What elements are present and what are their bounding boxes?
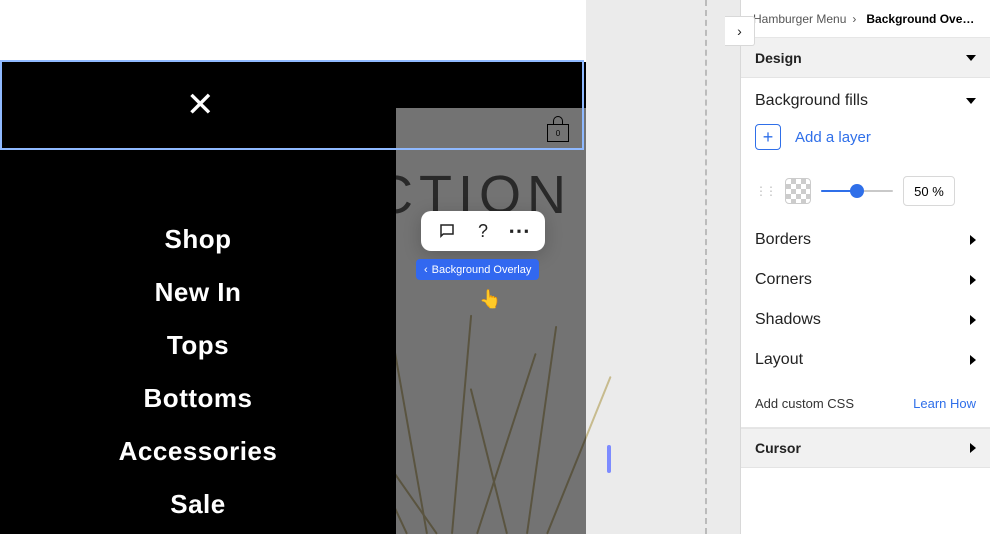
fill-layer-row: ⋮⋮ bbox=[755, 176, 976, 206]
chevron-right-icon bbox=[970, 443, 976, 453]
context-toolbar: ? ⋯ bbox=[421, 211, 545, 251]
layout-row[interactable]: Layout bbox=[741, 340, 990, 380]
borders-row[interactable]: Borders bbox=[741, 220, 990, 260]
custom-css-label: Add custom CSS bbox=[755, 396, 854, 411]
chevron-right-icon: › bbox=[852, 12, 856, 26]
chevron-down-icon bbox=[966, 55, 976, 61]
comment-icon[interactable] bbox=[436, 220, 458, 242]
help-icon[interactable]: ? bbox=[472, 220, 494, 242]
chevron-right-icon bbox=[970, 315, 976, 325]
cursor-section-header[interactable]: Cursor bbox=[741, 428, 990, 468]
corners-label: Corners bbox=[755, 271, 812, 289]
more-icon[interactable]: ⋯ bbox=[508, 220, 530, 242]
borders-label: Borders bbox=[755, 231, 811, 249]
inspector-panel: › Hamburger Menu › Background Ove… Desig… bbox=[740, 0, 990, 534]
learn-how-link[interactable]: Learn How bbox=[913, 396, 976, 411]
custom-css-row: Add custom CSS Learn How bbox=[741, 380, 990, 428]
shadows-row[interactable]: Shadows bbox=[741, 300, 990, 340]
design-section-header[interactable]: Design bbox=[741, 38, 990, 78]
chevron-right-icon bbox=[970, 355, 976, 365]
menu-item-sale[interactable]: Sale bbox=[0, 489, 396, 520]
drag-handle-icon[interactable]: ⋮⋮ bbox=[755, 184, 775, 198]
background-fills-section: Background fills + Add a layer ⋮⋮ bbox=[741, 78, 990, 220]
cart-icon[interactable]: 0 bbox=[545, 116, 571, 144]
cart-count: 0 bbox=[556, 129, 560, 138]
breadcrumb-parent[interactable]: Hamburger Menu bbox=[753, 12, 846, 26]
cursor-pointer-icon: 👆 bbox=[479, 289, 501, 310]
layout-label: Layout bbox=[755, 351, 803, 369]
breadcrumb-current: Background Ove… bbox=[866, 12, 974, 26]
opacity-input[interactable] bbox=[903, 176, 955, 206]
topbar[interactable] bbox=[0, 62, 586, 108]
color-swatch[interactable] bbox=[785, 178, 811, 204]
breadcrumb[interactable]: Hamburger Menu › Background Ove… bbox=[741, 0, 990, 38]
selection-label-text: Background Overlay bbox=[432, 264, 532, 276]
scroll-indicator[interactable] bbox=[607, 445, 611, 473]
add-layer-button[interactable]: + bbox=[755, 124, 781, 150]
artboard[interactable]: CTION ✕ 0 Shop New In Tops Bottoms Acces… bbox=[0, 0, 586, 534]
menu-item-shop[interactable]: Shop bbox=[0, 224, 396, 255]
add-layer-label[interactable]: Add a layer bbox=[795, 129, 871, 146]
close-icon[interactable]: ✕ bbox=[186, 88, 215, 122]
menu-item-accessories[interactable]: Accessories bbox=[0, 436, 396, 467]
corners-row[interactable]: Corners bbox=[741, 260, 990, 300]
caret-left-icon: ‹ bbox=[424, 264, 428, 276]
chevron-right-icon bbox=[970, 275, 976, 285]
cursor-label: Cursor bbox=[755, 440, 801, 456]
background-overlay[interactable] bbox=[396, 108, 586, 534]
chevron-right-icon bbox=[970, 235, 976, 245]
design-label: Design bbox=[755, 50, 802, 66]
collapse-panel-button[interactable]: › bbox=[725, 16, 755, 46]
menu-item-tops[interactable]: Tops bbox=[0, 330, 396, 361]
selection-label[interactable]: ‹ Background Overlay bbox=[416, 259, 539, 280]
slider-thumb[interactable] bbox=[850, 184, 864, 198]
menu-item-new-in[interactable]: New In bbox=[0, 277, 396, 308]
background-fills-label: Background fills bbox=[755, 92, 868, 110]
chevron-down-icon[interactable] bbox=[966, 98, 976, 104]
menu-item-bottoms[interactable]: Bottoms bbox=[0, 383, 396, 414]
ruler-guide bbox=[705, 0, 707, 534]
menu-list: Shop New In Tops Bottoms Accessories Sal… bbox=[0, 224, 396, 542]
shadows-label: Shadows bbox=[755, 311, 821, 329]
canvas-area: CTION ✕ 0 Shop New In Tops Bottoms Acces… bbox=[0, 0, 740, 534]
opacity-slider[interactable] bbox=[821, 183, 893, 199]
